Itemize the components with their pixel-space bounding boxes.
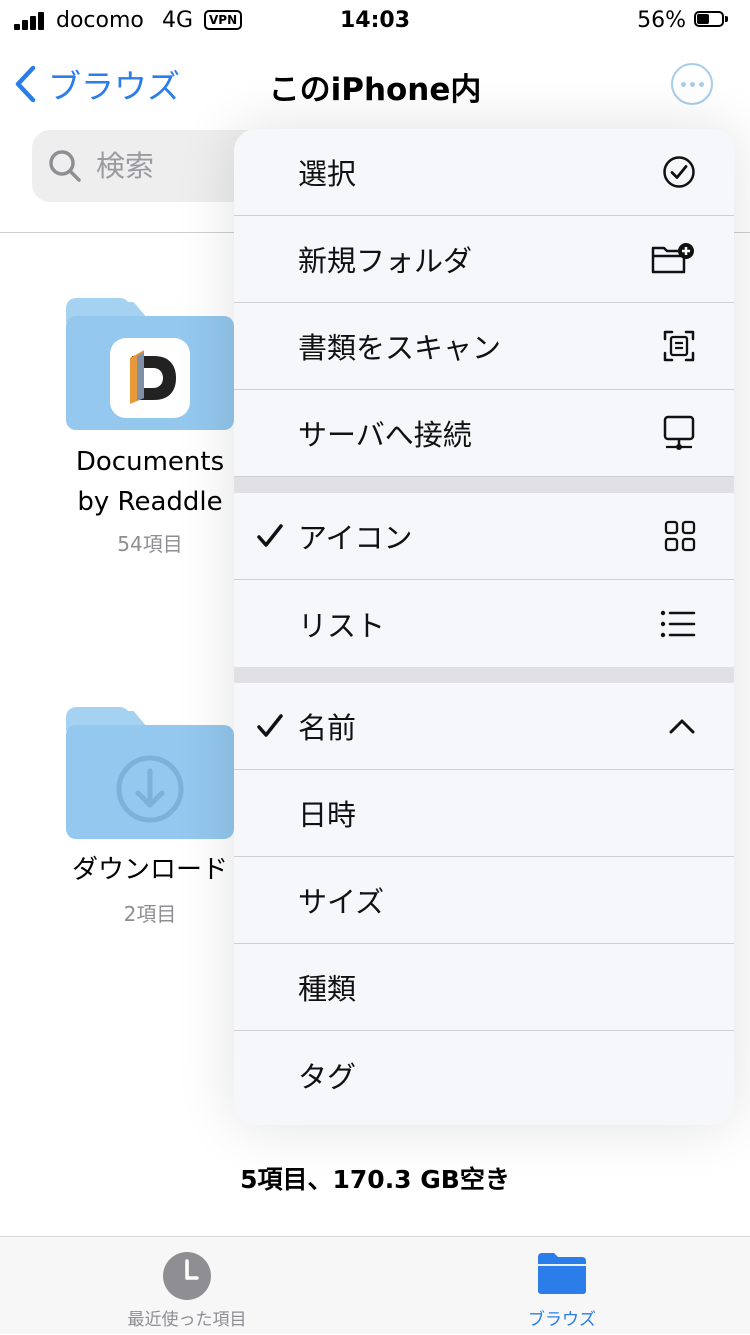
menu-item-label: サイズ bbox=[298, 885, 385, 919]
menu-item-label: サーバへ接続 bbox=[298, 418, 472, 452]
menu-separator bbox=[234, 667, 734, 683]
menu-item-view-icons[interactable]: アイコン bbox=[234, 493, 734, 580]
menu-item-label: アイコン bbox=[298, 521, 413, 555]
menu-item-new-folder[interactable]: 新規フォルダ bbox=[234, 216, 734, 303]
context-menu: 選択 新規フォルダ 書類をスキャン サーバへ接続 アイコン リスト 名前 日時 … bbox=[234, 129, 734, 1125]
menu-item-sort-name[interactable]: 名前 bbox=[234, 683, 734, 770]
menu-item-sort-tags[interactable]: タグ bbox=[234, 1031, 734, 1118]
list-icon bbox=[660, 580, 696, 667]
status-bar: docomo 4G VPN 14:03 56% bbox=[0, 0, 750, 40]
menu-item-sort-date[interactable]: 日時 bbox=[234, 770, 734, 857]
downloads-folder-icon[interactable] bbox=[66, 707, 234, 839]
server-icon bbox=[662, 390, 696, 476]
storage-status: 5項目、170.3 GB空き bbox=[240, 1165, 510, 1194]
page-title: このiPhone内 bbox=[268, 72, 482, 108]
tab-bar: 最近使った項目 ブラウズ bbox=[0, 1236, 750, 1334]
documents-folder-icon[interactable] bbox=[66, 298, 234, 430]
more-dot bbox=[698, 81, 704, 87]
battery-fill bbox=[697, 14, 709, 24]
tab-browse[interactable]: ブラウズ bbox=[437, 1237, 687, 1335]
menu-item-label: タグ bbox=[298, 1059, 357, 1094]
menu-item-connect-server[interactable]: サーバへ接続 bbox=[234, 390, 734, 477]
menu-item-label: 名前 bbox=[298, 711, 357, 745]
menu-item-view-list[interactable]: リスト bbox=[234, 580, 734, 667]
menu-item-label: 新規フォルダ bbox=[298, 244, 473, 278]
menu-item-label: 種類 bbox=[298, 972, 357, 1006]
menu-separator bbox=[234, 477, 734, 493]
file-name[interactable]: by Readdle bbox=[40, 482, 260, 522]
menu-item-sort-size[interactable]: サイズ bbox=[234, 857, 734, 944]
menu-item-select[interactable]: 選択 bbox=[234, 129, 734, 216]
more-dot bbox=[680, 81, 686, 87]
folder-icon bbox=[536, 1251, 588, 1299]
checkmark-icon bbox=[256, 683, 284, 769]
battery-percent: 56% bbox=[637, 8, 686, 33]
grid-icon bbox=[664, 493, 696, 579]
download-arrow-icon bbox=[116, 755, 184, 823]
battery-icon bbox=[694, 11, 730, 29]
checkmark-icon bbox=[256, 493, 284, 579]
menu-item-scan-document[interactable]: 書類をスキャン bbox=[234, 303, 734, 390]
clock-icon bbox=[162, 1251, 212, 1305]
menu-item-label: リスト bbox=[298, 608, 386, 643]
search-icon bbox=[49, 150, 81, 182]
tab-recents[interactable]: 最近使った項目 bbox=[62, 1237, 312, 1335]
file-item-count: 54項目 bbox=[117, 532, 183, 556]
file-name[interactable]: Documents bbox=[40, 442, 260, 482]
menu-item-sort-kind[interactable]: 種類 bbox=[234, 944, 734, 1031]
chevron-up-icon bbox=[668, 683, 696, 769]
tab-label: 最近使った項目 bbox=[127, 1310, 247, 1330]
documents-app-icon bbox=[110, 338, 190, 418]
more-options-button[interactable] bbox=[671, 63, 713, 105]
tab-label: ブラウズ bbox=[528, 1310, 596, 1330]
checkmark-circle-icon bbox=[662, 129, 696, 215]
file-name[interactable]: ダウンロード bbox=[40, 850, 260, 890]
menu-item-label: 書類をスキャン bbox=[298, 331, 502, 365]
file-item-count: 2項目 bbox=[123, 902, 177, 926]
menu-item-label: 日時 bbox=[298, 798, 357, 832]
menu-item-label: 選択 bbox=[298, 157, 357, 191]
scan-document-icon bbox=[662, 303, 696, 389]
folder-add-icon bbox=[650, 216, 696, 302]
more-dot bbox=[689, 81, 695, 87]
